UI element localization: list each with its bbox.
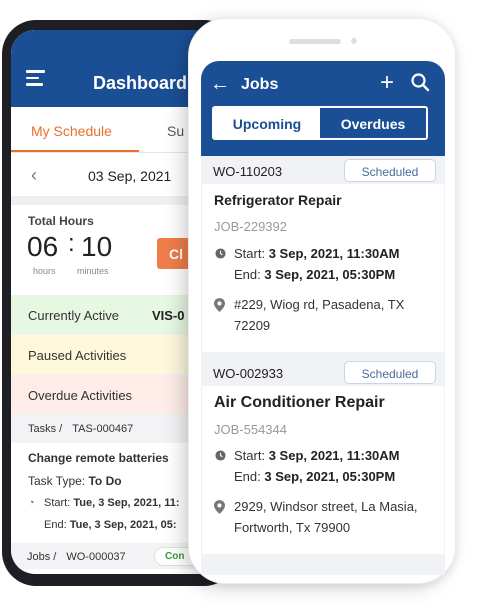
work-order-header: WO-110203 Scheduled [201,156,445,184]
task-end: End: Tue, 3 Sep, 2021, 05: [44,519,177,531]
job-title: Air Conditioner Repair [214,394,385,411]
speaker-notch [289,39,341,44]
task-type: Task Type: To Do [28,474,122,488]
job-id: WO-000037 [66,551,126,563]
active-visit-id: VIS-0 [152,308,185,323]
location-pin-icon [214,500,225,514]
job-address: 2929, Windsor street, La Masia, Fortwort… [234,499,418,535]
hours-unit: hours [33,266,56,276]
arrow-left-icon[interactable]: ← [210,73,230,96]
tab-summary[interactable]: Su [139,107,184,152]
job-card[interactable]: Refrigerator Repair JOB-229392 Start: 3 … [202,184,444,352]
page-title: Jobs [241,76,279,93]
segment-control: Upcoming Overdues [212,106,428,140]
status-badge: Scheduled [344,159,436,182]
work-order-id: WO-110203 [213,164,283,179]
job-address: #229, Wiog rd, Pasadena, TX 72209 [234,297,405,333]
task-start: Start: Tue, 3 Sep, 2021, 11: [44,497,180,509]
work-order-header: WO-002933 Scheduled [201,358,445,386]
task-section-label: Tasks / [28,423,63,435]
job-id: JOB-229392 [214,219,287,234]
menu-icon[interactable] [26,70,45,90]
chevron-left-icon[interactable]: ‹ [31,165,37,186]
job-end: End: 3 Sep, 2021, 05:30PM [234,267,396,282]
hours-value: 06 [27,231,59,262]
plus-icon[interactable]: + [380,69,394,97]
work-order-id: WO-002933 [213,366,284,381]
clock-icon [215,450,226,461]
segment-overdues[interactable]: Overdues [320,108,426,138]
job-id: JOB-554344 [214,422,287,437]
task-title: Change remote batteries [28,451,169,465]
tab-my-schedule[interactable]: My Schedule [11,107,139,152]
current-date: 03 Sep, 2021 [88,168,172,184]
status-badge: Scheduled [344,361,436,384]
search-icon[interactable] [410,72,430,92]
jobs-screen: ← Jobs + Upcoming Overdues WO-110203 Sch… [201,61,445,575]
jobs-section-label: Jobs / [27,551,57,563]
jobs-header: ← Jobs + Upcoming Overdues [201,61,445,156]
camera-dot [351,38,357,44]
clock-icon [215,248,226,259]
job-start: Start: 3 Sep, 2021, 11:30AM [234,246,400,261]
clock-icon: ◔ [28,497,35,509]
location-pin-icon [214,298,225,312]
job-list: WO-110203 Scheduled Refrigerator Repair … [201,156,445,575]
job-card[interactable]: Air Conditioner Repair JOB-554344 Start:… [202,386,444,554]
time-colon: : [68,230,75,257]
currently-active-label: Currently Active [28,308,120,323]
job-title: Refrigerator Repair [214,192,342,208]
task-id: TAS-000467 [72,423,134,435]
page-title: Dashboard [93,73,188,93]
minutes-value: 10 [81,231,113,262]
jobs-phone: ← Jobs + Upcoming Overdues WO-110203 Sch… [188,18,456,584]
minutes-unit: minutes [77,266,109,276]
job-end: End: 3 Sep, 2021, 05:30PM [234,469,396,484]
segment-upcoming[interactable]: Upcoming [214,108,320,138]
job-start: Start: 3 Sep, 2021, 11:30AM [234,448,400,463]
total-hours-label: Total Hours [28,214,94,228]
